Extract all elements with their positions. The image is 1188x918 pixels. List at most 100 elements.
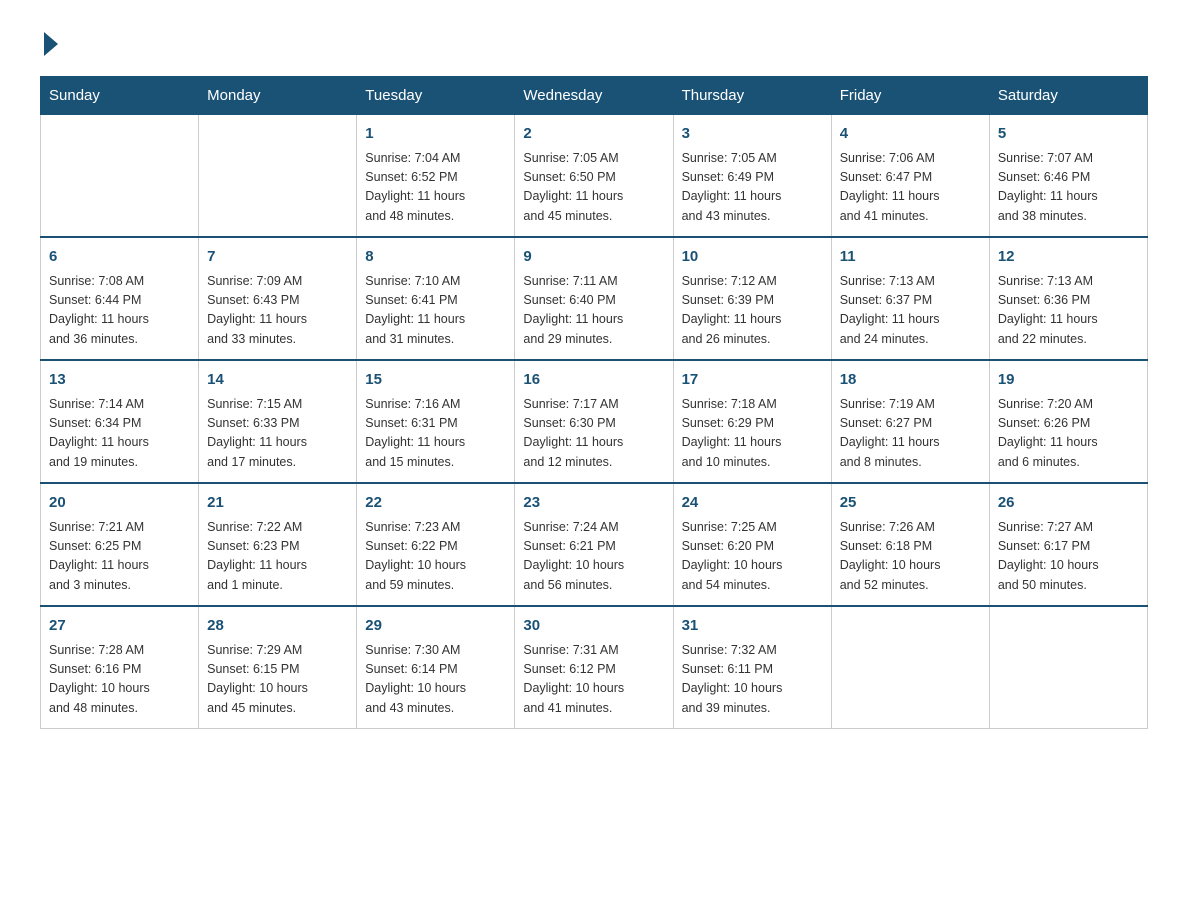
day-number: 21: [207, 492, 348, 515]
calendar-cell: 8 Sunrise: 7:10 AMSunset: 6:41 PMDaylight…: [357, 237, 515, 360]
day-number: 26: [998, 492, 1139, 515]
days-header-row: SundayMondayTuesdayWednesdayThursdayFrid…: [41, 77, 1148, 115]
day-number: 9: [523, 246, 664, 269]
day-info: Sunrise: 7:25 AMSunset: 6:20 PMDaylight:…: [682, 518, 823, 596]
calendar-cell: 14 Sunrise: 7:15 AMSunset: 6:33 PMDayligh…: [199, 360, 357, 483]
calendar-cell: 29Sunrise: 7:30 AMSunset: 6:14 PMDayligh…: [357, 606, 515, 729]
calendar-cell: 25 Sunrise: 7:26 AMSunset: 6:18 PMDayligh…: [831, 483, 989, 606]
day-number: 22: [365, 492, 506, 515]
day-number: 23: [523, 492, 664, 515]
day-info: Sunrise: 7:30 AMSunset: 6:14 PMDaylight:…: [365, 641, 506, 719]
day-info: Sunrise: 7:05 AMSunset: 6:50 PMDaylight:…: [523, 149, 664, 227]
calendar-cell: 7 Sunrise: 7:09 AMSunset: 6:43 PMDaylight…: [199, 237, 357, 360]
day-header-friday: Friday: [831, 77, 989, 115]
day-info: Sunrise: 7:10 AMSunset: 6:41 PMDaylight:…: [365, 272, 506, 350]
calendar-cell: 2 Sunrise: 7:05 AMSunset: 6:50 PMDaylight…: [515, 115, 673, 238]
calendar-cell: 16 Sunrise: 7:17 AMSunset: 6:30 PMDayligh…: [515, 360, 673, 483]
calendar-cell: 9 Sunrise: 7:11 AMSunset: 6:40 PMDaylight…: [515, 237, 673, 360]
day-number: 30: [523, 615, 664, 638]
day-info: Sunrise: 7:05 AMSunset: 6:49 PMDaylight:…: [682, 149, 823, 227]
day-number: 1: [365, 123, 506, 146]
day-number: 15: [365, 369, 506, 392]
day-header-tuesday: Tuesday: [357, 77, 515, 115]
day-info: Sunrise: 7:08 AMSunset: 6:44 PMDaylight:…: [49, 272, 190, 350]
calendar-cell: 3 Sunrise: 7:05 AMSunset: 6:49 PMDaylight…: [673, 115, 831, 238]
day-info: Sunrise: 7:07 AMSunset: 6:46 PMDaylight:…: [998, 149, 1139, 227]
day-header-wednesday: Wednesday: [515, 77, 673, 115]
calendar-cell: 28 Sunrise: 7:29 AMSunset: 6:15 PMDayligh…: [199, 606, 357, 729]
calendar-cell: 23 Sunrise: 7:24 AMSunset: 6:21 PMDayligh…: [515, 483, 673, 606]
calendar-cell: 12 Sunrise: 7:13 AMSunset: 6:36 PMDayligh…: [989, 237, 1147, 360]
day-info: Sunrise: 7:21 AMSunset: 6:25 PMDaylight:…: [49, 518, 190, 596]
day-number: 18: [840, 369, 981, 392]
day-info: Sunrise: 7:28 AMSunset: 6:16 PMDaylight:…: [49, 641, 190, 719]
day-number: 24: [682, 492, 823, 515]
calendar-cell: 11Sunrise: 7:13 AMSunset: 6:37 PMDayligh…: [831, 237, 989, 360]
day-info: Sunrise: 7:09 AMSunset: 6:43 PMDaylight:…: [207, 272, 348, 350]
day-number: 17: [682, 369, 823, 392]
calendar-cell: 20 Sunrise: 7:21 AMSunset: 6:25 PMDayligh…: [41, 483, 199, 606]
day-number: 20: [49, 492, 190, 515]
day-info: Sunrise: 7:14 AMSunset: 6:34 PMDaylight:…: [49, 395, 190, 473]
calendar-cell: 18 Sunrise: 7:19 AMSunset: 6:27 PMDayligh…: [831, 360, 989, 483]
day-info: Sunrise: 7:31 AMSunset: 6:12 PMDaylight:…: [523, 641, 664, 719]
day-info: Sunrise: 7:19 AMSunset: 6:27 PMDaylight:…: [840, 395, 981, 473]
day-header-saturday: Saturday: [989, 77, 1147, 115]
day-number: 14: [207, 369, 348, 392]
calendar-cell: [199, 115, 357, 238]
day-header-sunday: Sunday: [41, 77, 199, 115]
day-info: Sunrise: 7:17 AMSunset: 6:30 PMDaylight:…: [523, 395, 664, 473]
day-info: Sunrise: 7:18 AMSunset: 6:29 PMDaylight:…: [682, 395, 823, 473]
day-number: 3: [682, 123, 823, 146]
day-number: 2: [523, 123, 664, 146]
logo: [40, 30, 58, 56]
day-number: 19: [998, 369, 1139, 392]
logo-arrow-icon: [44, 32, 58, 56]
calendar-cell: 1Sunrise: 7:04 AMSunset: 6:52 PMDaylight…: [357, 115, 515, 238]
calendar-cell: 30 Sunrise: 7:31 AMSunset: 6:12 PMDayligh…: [515, 606, 673, 729]
day-number: 25: [840, 492, 981, 515]
calendar-cell: [831, 606, 989, 729]
day-number: 13: [49, 369, 190, 392]
day-info: Sunrise: 7:27 AMSunset: 6:17 PMDaylight:…: [998, 518, 1139, 596]
day-info: Sunrise: 7:24 AMSunset: 6:21 PMDaylight:…: [523, 518, 664, 596]
day-number: 4: [840, 123, 981, 146]
calendar-table: SundayMondayTuesdayWednesdayThursdayFrid…: [40, 76, 1148, 729]
page-header: [40, 30, 1148, 56]
day-info: Sunrise: 7:16 AMSunset: 6:31 PMDaylight:…: [365, 395, 506, 473]
day-number: 16: [523, 369, 664, 392]
calendar-cell: 4Sunrise: 7:06 AMSunset: 6:47 PMDaylight…: [831, 115, 989, 238]
calendar-cell: 24 Sunrise: 7:25 AMSunset: 6:20 PMDayligh…: [673, 483, 831, 606]
calendar-cell: 10Sunrise: 7:12 AMSunset: 6:39 PMDayligh…: [673, 237, 831, 360]
day-number: 31: [682, 615, 823, 638]
day-number: 12: [998, 246, 1139, 269]
day-number: 28: [207, 615, 348, 638]
calendar-cell: 19 Sunrise: 7:20 AMSunset: 6:26 PMDayligh…: [989, 360, 1147, 483]
calendar-cell: 27 Sunrise: 7:28 AMSunset: 6:16 PMDayligh…: [41, 606, 199, 729]
day-info: Sunrise: 7:15 AMSunset: 6:33 PMDaylight:…: [207, 395, 348, 473]
calendar-cell: 31Sunrise: 7:32 AMSunset: 6:11 PMDayligh…: [673, 606, 831, 729]
day-info: Sunrise: 7:20 AMSunset: 6:26 PMDaylight:…: [998, 395, 1139, 473]
day-info: Sunrise: 7:22 AMSunset: 6:23 PMDaylight:…: [207, 518, 348, 596]
day-number: 10: [682, 246, 823, 269]
week-row-5: 27 Sunrise: 7:28 AMSunset: 6:16 PMDayligh…: [41, 606, 1148, 729]
week-row-1: 1Sunrise: 7:04 AMSunset: 6:52 PMDaylight…: [41, 115, 1148, 238]
day-info: Sunrise: 7:13 AMSunset: 6:36 PMDaylight:…: [998, 272, 1139, 350]
calendar-cell: 13 Sunrise: 7:14 AMSunset: 6:34 PMDayligh…: [41, 360, 199, 483]
day-info: Sunrise: 7:11 AMSunset: 6:40 PMDaylight:…: [523, 272, 664, 350]
day-info: Sunrise: 7:29 AMSunset: 6:15 PMDaylight:…: [207, 641, 348, 719]
day-number: 7: [207, 246, 348, 269]
calendar-cell: 21 Sunrise: 7:22 AMSunset: 6:23 PMDayligh…: [199, 483, 357, 606]
day-number: 6: [49, 246, 190, 269]
day-number: 11: [840, 246, 981, 269]
calendar-cell: 22 Sunrise: 7:23 AMSunset: 6:22 PMDayligh…: [357, 483, 515, 606]
week-row-2: 6 Sunrise: 7:08 AMSunset: 6:44 PMDaylight…: [41, 237, 1148, 360]
day-number: 5: [998, 123, 1139, 146]
day-number: 27: [49, 615, 190, 638]
day-info: Sunrise: 7:26 AMSunset: 6:18 PMDaylight:…: [840, 518, 981, 596]
calendar-cell: [989, 606, 1147, 729]
day-info: Sunrise: 7:23 AMSunset: 6:22 PMDaylight:…: [365, 518, 506, 596]
week-row-4: 20 Sunrise: 7:21 AMSunset: 6:25 PMDayligh…: [41, 483, 1148, 606]
calendar-cell: 5 Sunrise: 7:07 AMSunset: 6:46 PMDaylight…: [989, 115, 1147, 238]
day-number: 8: [365, 246, 506, 269]
